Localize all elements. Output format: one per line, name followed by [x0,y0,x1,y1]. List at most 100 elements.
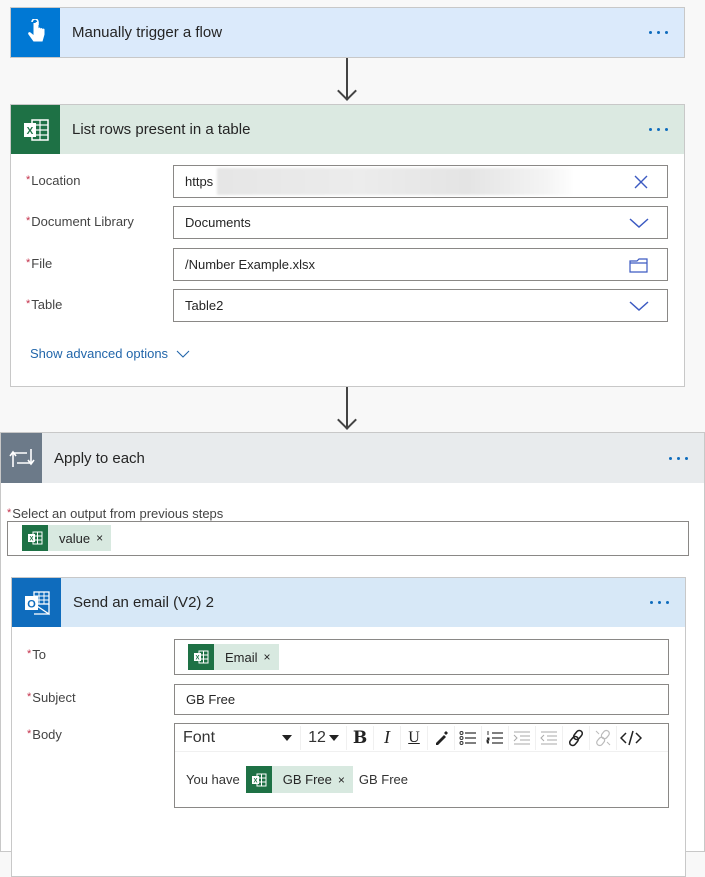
required-mark: * [26,174,31,186]
svg-text:X: X [29,537,33,543]
required-mark: * [7,507,12,519]
numbered-list-button[interactable] [482,725,509,750]
to-input[interactable]: X Email × [174,639,669,675]
font-size-value: 12 [308,728,326,746]
subject-input[interactable]: GB Free [174,684,669,715]
excel-icon: X [188,644,214,670]
show-advanced-options-label: Show advanced options [30,346,169,361]
remove-token-button[interactable]: × [264,650,279,664]
underline-icon: U [408,728,420,746]
email-token[interactable]: X Email × [188,644,279,670]
to-label: *To [27,647,46,662]
required-mark: * [26,298,31,310]
document-library-value: Documents [185,215,251,230]
numbered-list-icon [486,730,503,744]
body-editor[interactable]: Font 12 B I U You have X GB Free × GB Fr… [174,723,669,808]
font-family-dropdown[interactable]: Font [177,725,301,750]
indent-icon [513,731,530,744]
required-mark: * [27,691,32,703]
required-mark: * [27,648,32,660]
remove-token-button[interactable]: × [338,773,353,787]
body-label-text: Body [32,727,62,742]
bold-button[interactable]: B [347,725,374,750]
trigger-header[interactable]: Manually trigger a flow [11,8,684,57]
touch-hand-icon [11,8,60,57]
bullet-list-icon [459,730,476,745]
unlink-icon [595,729,611,746]
document-library-label: *Document Library [26,214,134,229]
connector-arrow-icon [337,410,357,430]
bullet-list-button[interactable] [455,725,482,750]
body-text-prefix: You have [186,772,240,787]
redacted-url [217,168,575,195]
email-token-label: Email [225,649,258,665]
trigger-title: Manually trigger a flow [72,24,223,41]
table-label: *Table [26,297,62,312]
select-output-input[interactable]: X value × [7,521,689,556]
send-email-card: O Send an email (V2) 2 *To X Email × *Su… [11,577,686,877]
apply-to-each-title: Apply to each [54,449,145,467]
bold-icon: B [352,727,368,748]
subject-label: *Subject [27,690,76,705]
show-advanced-options-link[interactable]: Show advanced options [30,346,190,361]
list-rows-card: X List rows present in a table *Location… [10,104,685,387]
remove-link-button[interactable] [590,725,617,750]
remove-token-button[interactable]: × [96,531,111,545]
chevron-down-icon[interactable] [629,300,649,312]
outlook-icon: O [12,578,61,627]
gb-free-token[interactable]: X GB Free × [245,766,353,793]
send-email-title: Send an email (V2) 2 [73,594,214,611]
connector-arrow-icon [337,81,357,101]
value-token-label: value [59,530,91,546]
file-input[interactable]: /Number Example.xlsx [173,248,668,281]
excel-icon: X [11,105,60,154]
select-output-label-text: Select an output from previous steps [12,506,224,521]
send-email-header[interactable]: O Send an email (V2) 2 [12,578,685,627]
file-label: *File [26,256,52,271]
location-label: *Location [26,173,80,188]
underline-button[interactable]: U [401,725,428,750]
subject-value: GB Free [186,692,236,707]
indent-button[interactable] [509,725,536,750]
send-email-more-button[interactable] [639,588,679,618]
outdent-button[interactable] [536,725,563,750]
code-view-button[interactable] [617,726,644,750]
to-label-text: To [32,647,47,662]
body-text-suffix: GB Free [358,772,409,787]
table-value: Table2 [185,298,224,313]
font-color-button[interactable] [428,725,455,750]
document-library-select[interactable]: Documents [173,206,668,239]
list-rows-more-button[interactable] [638,115,678,145]
excel-icon: X [245,766,272,793]
apply-to-each-header[interactable]: Apply to each [1,433,704,483]
trigger-card[interactable]: Manually trigger a flow [10,7,685,58]
select-output-label: *Select an output from previous steps [7,506,223,521]
code-icon [619,730,642,745]
value-token[interactable]: X value × [22,525,112,551]
file-value: /Number Example.xlsx [185,257,316,272]
apply-to-each-card: Apply to each *Select an output from pre… [0,432,705,877]
table-select[interactable]: Table2 [173,289,668,322]
apply-to-each-more-button[interactable] [658,443,698,473]
list-rows-header[interactable]: X List rows present in a table [11,105,684,154]
body-content[interactable]: You have X GB Free × GB Free [175,752,668,793]
body-label: *Body [27,727,62,742]
excel-icon: X [22,525,48,551]
table-label-text: Table [31,297,63,312]
location-value: https [185,174,214,189]
dropdown-triangle-icon [282,734,292,741]
font-size-dropdown[interactable]: 12 [301,725,347,750]
italic-button[interactable]: I [374,725,401,750]
chevron-down-icon[interactable] [629,217,649,229]
clear-icon[interactable] [633,174,649,190]
insert-link-button[interactable] [563,725,590,750]
location-input[interactable]: https [173,165,668,198]
folder-icon[interactable] [629,257,649,273]
link-icon [568,729,584,746]
trigger-more-button[interactable] [638,18,678,48]
gb-free-token-label: GB Free [282,772,332,787]
file-label-text: File [31,256,53,271]
svg-text:X: X [195,656,199,662]
svg-text:X: X [253,778,257,784]
document-library-label-text: Document Library [31,214,134,229]
